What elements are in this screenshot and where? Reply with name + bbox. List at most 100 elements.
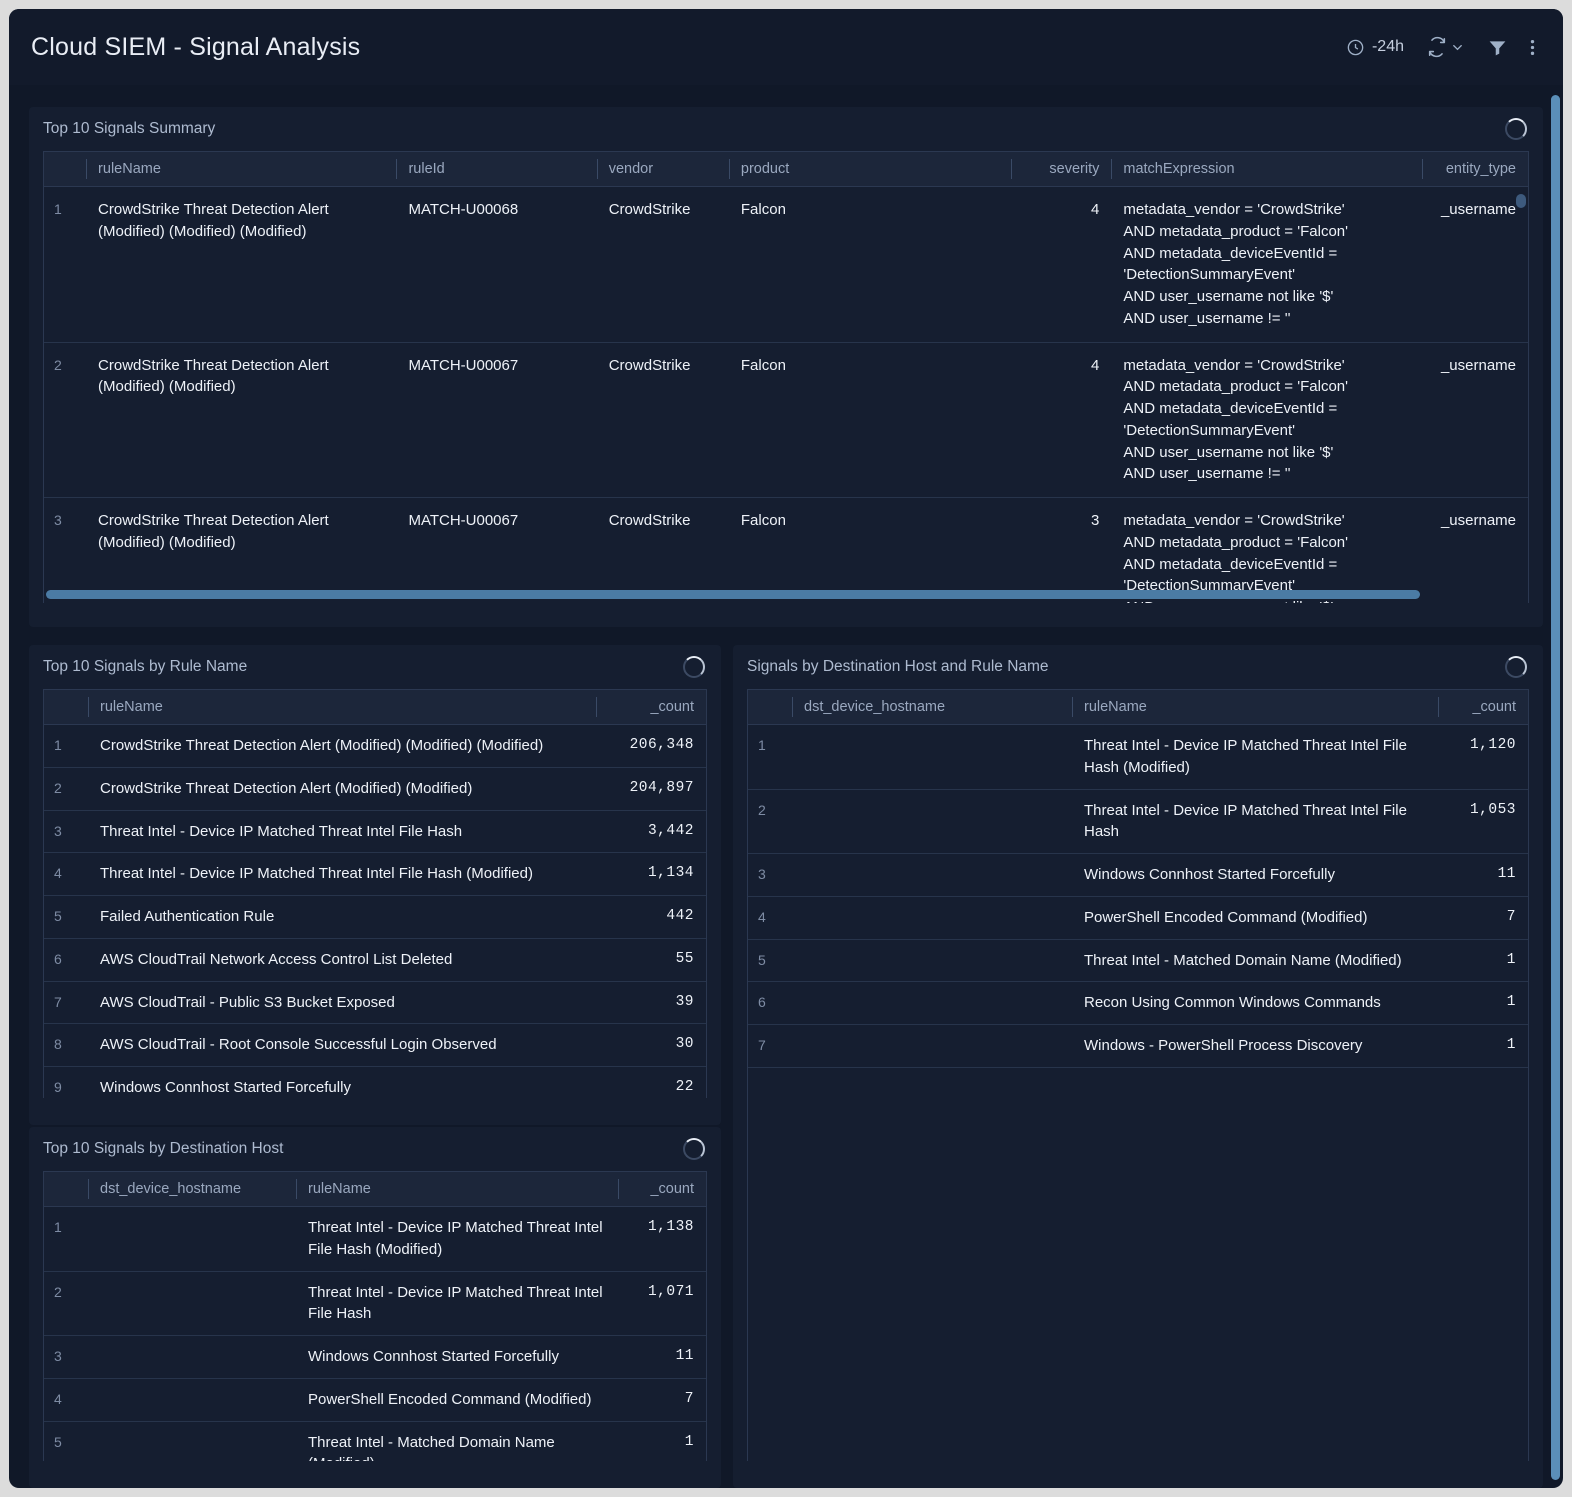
table-row[interactable]: 6Recon Using Common Windows Commands1	[748, 982, 1528, 1025]
cell-rulename: CrowdStrike Threat Detection Alert (Modi…	[88, 767, 596, 810]
table-header-row: ruleName ruleId vendor product severity …	[44, 152, 1528, 187]
table-row[interactable]: 5Threat Intel - Matched Domain Name (Mod…	[44, 1421, 706, 1461]
panel-title: Signals by Destination Host and Rule Nam…	[747, 658, 1049, 676]
table-scroll-container[interactable]: ruleName _count 1CrowdStrike Threat Dete…	[43, 689, 707, 1098]
column-header-rulename[interactable]: ruleName	[88, 690, 596, 725]
cell-count: 442	[596, 896, 706, 939]
table-row[interactable]: 6AWS CloudTrail Network Access Control L…	[44, 938, 706, 981]
table-row[interactable]: 2Threat Intel - Device IP Matched Threat…	[44, 1271, 706, 1336]
cell-hostname	[88, 1421, 296, 1461]
column-header-count[interactable]: _count	[1438, 690, 1528, 725]
table-scroll-container[interactable]: ruleName ruleId vendor product severity …	[43, 151, 1529, 603]
table-row[interactable]: 1CrowdStrike Threat Detection Alert (Mod…	[44, 725, 706, 768]
page-title: Cloud SIEM - Signal Analysis	[31, 33, 360, 62]
column-header-dst-device-hostname[interactable]: dst_device_hostname	[792, 690, 1072, 725]
row-index: 4	[44, 853, 88, 896]
row-index: 8	[44, 1024, 88, 1067]
table-row[interactable]: 3Windows Connhost Started Forcefully11	[44, 1336, 706, 1379]
column-header-ruleid[interactable]: ruleId	[396, 152, 596, 187]
row-index-header	[44, 690, 88, 725]
row-index: 4	[748, 896, 792, 939]
cell-rulename: PowerShell Encoded Command (Modified)	[296, 1378, 618, 1421]
cell-count: 1	[1438, 982, 1528, 1025]
table-scroll-container[interactable]: dst_device_hostname ruleName _count 1Thr…	[747, 689, 1529, 1461]
cell-rulename: Threat Intel - Matched Domain Name (Modi…	[1072, 939, 1438, 982]
cell-rulename: Threat Intel - Device IP Matched Threat …	[296, 1207, 618, 1272]
cell-count: 1,053	[1438, 789, 1528, 854]
cell-severity: 3	[1011, 498, 1111, 604]
cell-vendor: CrowdStrike	[597, 187, 729, 343]
table-row[interactable]: 1 CrowdStrike Threat Detection Alert (Mo…	[44, 187, 1528, 343]
cell-hostname	[792, 982, 1072, 1025]
row-index: 7	[44, 981, 88, 1024]
column-header-rulename[interactable]: ruleName	[296, 1172, 618, 1207]
table-row[interactable]: 2 CrowdStrike Threat Detection Alert (Mo…	[44, 342, 1528, 498]
cell-entity-type: _username	[1422, 342, 1528, 498]
table-scroll-container[interactable]: dst_device_hostname ruleName _count 1Thr…	[43, 1171, 707, 1461]
loading-spinner-icon	[683, 1138, 705, 1160]
time-range-picker[interactable]: -24h	[1346, 38, 1404, 57]
row-index: 9	[44, 1067, 88, 1099]
column-header-dst-device-hostname[interactable]: dst_device_hostname	[88, 1172, 296, 1207]
vertical-scrollbar-thumb[interactable]	[1516, 194, 1526, 208]
cell-count: 204,897	[596, 767, 706, 810]
table-row[interactable]: 3Threat Intel - Device IP Matched Threat…	[44, 810, 706, 853]
row-index: 1	[748, 725, 792, 790]
clock-icon	[1346, 38, 1365, 57]
row-index: 2	[44, 767, 88, 810]
column-header-rulename[interactable]: ruleName	[86, 152, 396, 187]
refresh-button[interactable]	[1426, 36, 1465, 58]
table-body: 1CrowdStrike Threat Detection Alert (Mod…	[44, 725, 706, 1099]
cell-count: 3,442	[596, 810, 706, 853]
table-row[interactable]: 1Threat Intel - Device IP Matched Threat…	[44, 1207, 706, 1272]
signals-by-dst-host-and-rule-table: dst_device_hostname ruleName _count 1Thr…	[748, 690, 1528, 1108]
table-row[interactable]: 4PowerShell Encoded Command (Modified)7	[44, 1378, 706, 1421]
cell-hostname	[88, 1336, 296, 1379]
cell-rulename: Threat Intel - Matched Domain Name (Modi…	[296, 1421, 618, 1461]
cell-product: Falcon	[729, 498, 1011, 604]
column-header-matchexpression[interactable]: matchExpression	[1111, 152, 1421, 187]
column-header-entity-type[interactable]: entity_type	[1422, 152, 1528, 187]
cell-rulename: Windows Connhost Started Forcefully	[296, 1336, 618, 1379]
more-options-button[interactable]	[1530, 37, 1535, 58]
table-row[interactable]: 8AWS CloudTrail - Root Console Successfu…	[44, 1024, 706, 1067]
column-header-product[interactable]: product	[729, 152, 1011, 187]
column-header-vendor[interactable]: vendor	[597, 152, 729, 187]
table-row[interactable]: 2CrowdStrike Threat Detection Alert (Mod…	[44, 767, 706, 810]
column-header-count[interactable]: _count	[596, 690, 706, 725]
panel-title: Top 10 Signals by Destination Host	[43, 1140, 283, 1158]
table-row[interactable]: 4PowerShell Encoded Command (Modified)7	[748, 896, 1528, 939]
filter-button[interactable]	[1487, 37, 1508, 58]
cell-rulename: Windows - PowerShell Process Discovery	[1072, 1025, 1438, 1068]
table-header-row: ruleName _count	[44, 690, 706, 725]
panel-title: Top 10 Signals by Rule Name	[43, 658, 247, 676]
table-row[interactable]: 2Threat Intel - Device IP Matched Threat…	[748, 789, 1528, 854]
cell-matchexpression: metadata_vendor = 'CrowdStrike' AND meta…	[1111, 342, 1421, 498]
cell-count: 1,120	[1438, 725, 1528, 790]
table-row[interactable]: 7AWS CloudTrail - Public S3 Bucket Expos…	[44, 981, 706, 1024]
panel-signals-by-destination-host-and-rule-name: Signals by Destination Host and Rule Nam…	[733, 645, 1543, 1488]
column-header-count[interactable]: _count	[618, 1172, 706, 1207]
column-header-rulename[interactable]: ruleName	[1072, 690, 1438, 725]
cell-count: 39	[596, 981, 706, 1024]
cell-hostname	[792, 1067, 1072, 1108]
table-row[interactable]: 5Threat Intel - Matched Domain Name (Mod…	[748, 939, 1528, 982]
cell-count: 1,138	[618, 1207, 706, 1272]
table-row[interactable]: 5Failed Authentication Rule442	[44, 896, 706, 939]
cell-hostname	[792, 854, 1072, 897]
table-row[interactable]: 3 CrowdStrike Threat Detection Alert (Mo…	[44, 498, 1528, 604]
page-vertical-scrollbar[interactable]	[1551, 95, 1560, 1480]
filter-icon	[1487, 37, 1508, 58]
table-row[interactable]: 3Windows Connhost Started Forcefully11	[748, 854, 1528, 897]
cell-product: Falcon	[729, 187, 1011, 343]
dashboard-page: Cloud SIEM - Signal Analysis -24h	[9, 9, 1563, 1488]
cell-entity-type: _username	[1422, 498, 1528, 604]
column-header-severity[interactable]: severity	[1011, 152, 1111, 187]
cell-count: 11	[1438, 854, 1528, 897]
table-row[interactable]: 4Threat Intel - Device IP Matched Threat…	[44, 853, 706, 896]
table-row[interactable]: 7Windows - PowerShell Process Discovery1	[748, 1025, 1528, 1068]
horizontal-scrollbar[interactable]	[46, 590, 1420, 599]
table-row[interactable]: 9Windows Connhost Started Forcefully22	[44, 1067, 706, 1099]
panel-title: Top 10 Signals Summary	[43, 120, 215, 138]
table-row[interactable]: 1Threat Intel - Device IP Matched Threat…	[748, 725, 1528, 790]
